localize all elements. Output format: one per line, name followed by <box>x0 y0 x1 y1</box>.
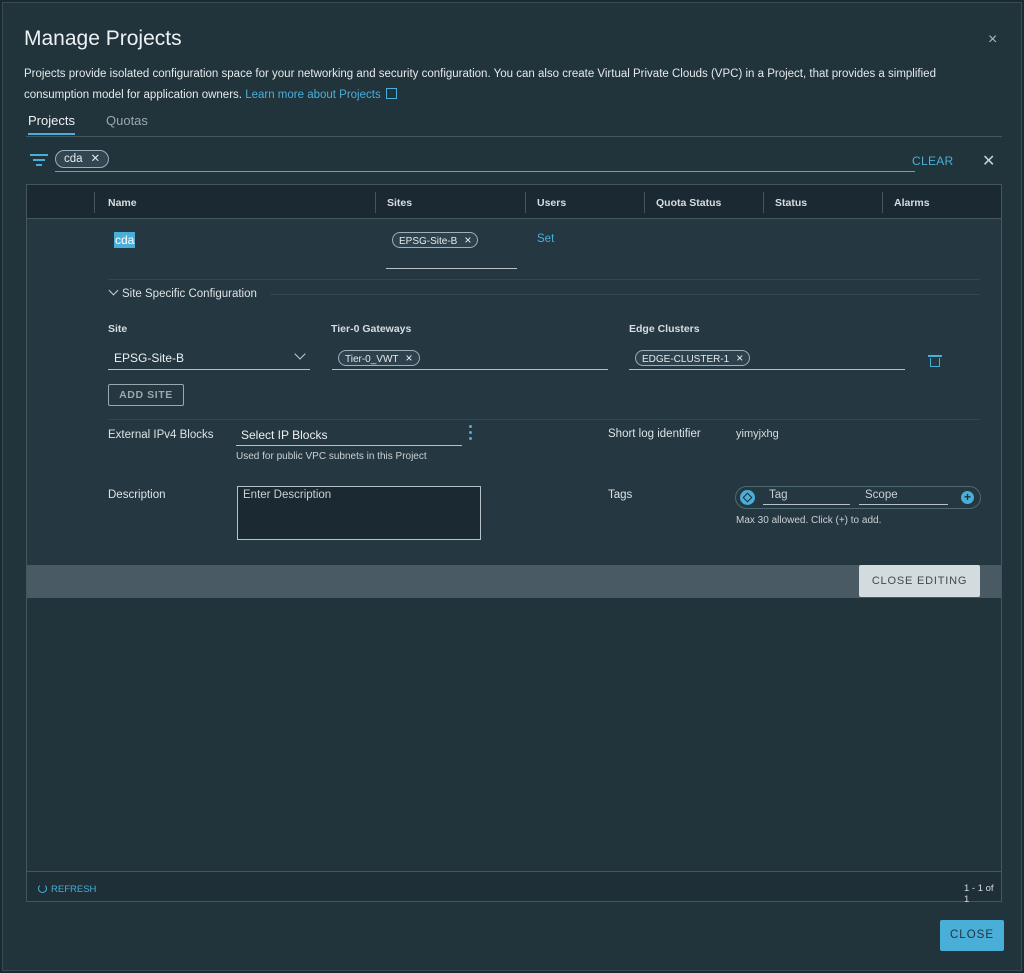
tags-helper-text: Max 30 allowed. Click (+) to add. <box>736 515 882 526</box>
manage-projects-modal: Manage Projects × Projects provide isola… <box>2 2 1022 971</box>
description-label: Description <box>108 489 166 501</box>
site-chip-label: EPSG-Site-B <box>399 236 458 247</box>
filter-chip-label: cda <box>64 153 83 165</box>
edge-chip: EDGE-CLUSTER-1 × <box>635 350 751 366</box>
ipv4-helper-text: Used for public VPC subnets in this Proj… <box>236 451 427 462</box>
chevron-down-icon <box>108 285 119 296</box>
tier0-label: Tier-0 Gateways <box>331 323 412 335</box>
tier0-chip-remove-icon[interactable]: × <box>406 351 413 365</box>
learn-more-link[interactable]: Learn more about Projects <box>245 89 381 101</box>
divider <box>108 279 980 280</box>
tag-icon <box>740 490 755 505</box>
intro-paragraph: Projects provide isolated configuration … <box>24 64 984 106</box>
column-header-quota-status[interactable]: Quota Status <box>656 197 721 209</box>
site-select-value: EPSG-Site-B <box>114 351 185 365</box>
delete-site-icon[interactable] <box>928 355 942 367</box>
column-separator[interactable] <box>375 192 376 213</box>
column-header-alarms[interactable]: Alarms <box>894 197 930 209</box>
site-config-toggle[interactable]: Site Specific Configuration <box>108 285 257 300</box>
tags-label: Tags <box>608 489 633 501</box>
tab-projects[interactable]: Projects <box>28 113 75 135</box>
column-separator[interactable] <box>882 192 883 213</box>
edge-chip-label: EDGE-CLUSTER-1 <box>642 354 730 365</box>
filter-close-icon[interactable]: ✕ <box>982 151 995 171</box>
external-link-icon[interactable] <box>385 88 397 99</box>
edge-clusters-label: Edge Clusters <box>629 323 700 335</box>
refresh-icon <box>38 884 47 893</box>
short-log-label: Short log identifier <box>608 428 701 440</box>
modal-title: Manage Projects <box>24 27 182 50</box>
column-header-status[interactable]: Status <box>775 197 807 209</box>
intro-text: Projects provide isolated configuration … <box>24 68 936 101</box>
filter-icon[interactable] <box>30 154 48 169</box>
column-separator[interactable] <box>763 192 764 213</box>
column-header-users[interactable]: Users <box>537 197 566 209</box>
project-edit-row: cda EPSG-Site-B × Set Site Specific Confi… <box>27 219 1001 565</box>
site-config-label: Site Specific Configuration <box>122 288 257 300</box>
site-chip: EPSG-Site-B × <box>392 232 479 248</box>
clear-filter-button[interactable]: CLEAR <box>912 154 954 168</box>
scope-input[interactable]: Scope <box>859 489 948 505</box>
tag-input[interactable]: Tag <box>763 489 850 505</box>
ipv4-blocks-label: External IPv4 Blocks <box>108 429 214 441</box>
sites-input-underline[interactable] <box>386 268 517 269</box>
project-name-field[interactable]: cda <box>114 232 136 248</box>
divider <box>108 419 980 420</box>
modal-close-icon[interactable]: × <box>988 31 997 49</box>
close-editing-button[interactable]: CLOSE EDITING <box>859 565 980 597</box>
filter-bar: cda ✕ CLEAR ✕ <box>26 149 1002 174</box>
tier0-chip-label: Tier-0_VWT <box>345 354 399 365</box>
edge-chip-remove-icon[interactable]: × <box>736 351 743 365</box>
projects-datagrid: Name Sites Users Quota Status Status Ala… <box>26 184 1002 905</box>
site-label: Site <box>108 323 128 335</box>
divider <box>270 294 980 295</box>
chevron-down-icon <box>294 348 306 360</box>
filter-chip-remove-icon[interactable]: ✕ <box>91 153 101 165</box>
filter-chip: cda ✕ <box>55 150 110 168</box>
edge-clusters-input[interactable]: EDGE-CLUSTER-1 × <box>629 347 905 370</box>
more-options-icon[interactable] <box>469 425 473 443</box>
edit-action-bar: CLOSE EDITING <box>27 565 1001 598</box>
column-header-name[interactable]: Name <box>108 197 137 209</box>
tab-bar: Projects Quotas <box>26 113 1002 137</box>
tab-quotas[interactable]: Quotas <box>106 113 148 133</box>
tier0-chip: Tier-0_VWT × <box>338 350 420 366</box>
tags-input-group: Tag Scope + <box>735 486 981 509</box>
short-log-value: yimyjxhg <box>736 428 779 440</box>
add-site-button[interactable]: ADD SITE <box>108 384 184 406</box>
refresh-button[interactable]: REFRESH <box>38 883 96 895</box>
site-select[interactable]: EPSG-Site-B <box>108 348 310 370</box>
grid-header: Name Sites Users Quota Status Status Ala… <box>27 185 1001 219</box>
filter-input-underline[interactable] <box>55 171 915 172</box>
pagination-text: 1 - 1 of 1 <box>964 883 994 905</box>
column-header-sites[interactable]: Sites <box>387 197 412 209</box>
column-separator[interactable] <box>525 192 526 213</box>
ipv4-blocks-select[interactable]: Select IP Blocks <box>236 424 462 446</box>
users-set-link[interactable]: Set <box>537 233 554 245</box>
add-tag-icon[interactable]: + <box>961 491 974 504</box>
description-textarea[interactable]: Enter Description <box>237 486 481 540</box>
refresh-label: REFRESH <box>51 884 97 895</box>
tier0-input[interactable]: Tier-0_VWT × <box>332 347 608 370</box>
grid-footer: REFRESH 1 - 1 of 1 <box>27 871 1001 905</box>
close-button[interactable]: CLOSE <box>940 920 1004 951</box>
column-separator <box>94 192 95 213</box>
site-chip-remove-icon[interactable]: × <box>464 233 471 247</box>
column-separator[interactable] <box>644 192 645 213</box>
